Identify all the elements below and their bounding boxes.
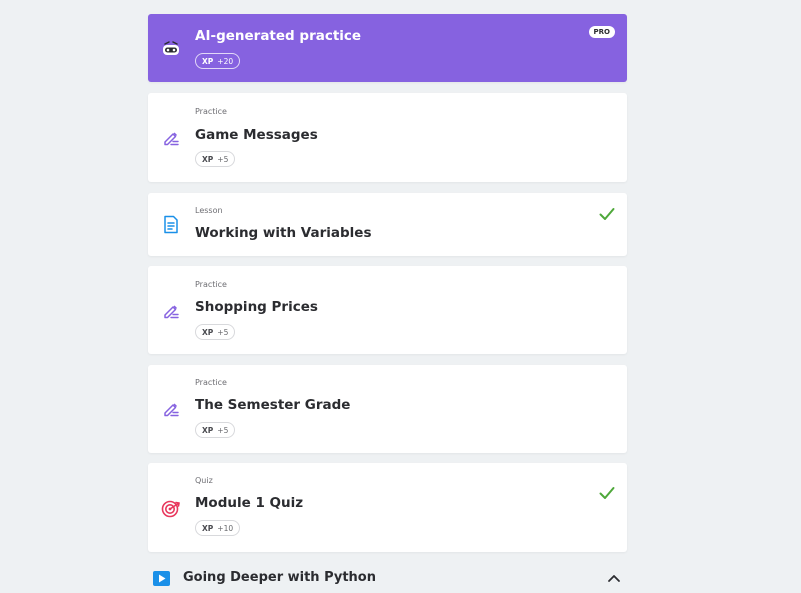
item-title: Game Messages [195, 127, 318, 143]
item-title: AI-generated practice [195, 28, 362, 44]
lesson-item-card[interactable]: Practice Shopping Prices XP +5 [148, 266, 627, 354]
pro-badge: PRO [588, 26, 615, 38]
check-icon [599, 208, 615, 220]
chevron-up-icon[interactable] [607, 573, 621, 583]
xp-badge: XP +5 [195, 151, 236, 167]
item-title: Shopping Prices [195, 299, 318, 315]
item-type: Practice [195, 280, 227, 289]
lesson-item-card[interactable]: Practice Game Messages XP +5 [148, 93, 627, 182]
ai-practice-card[interactable]: AI-generated practice XP +20 PRO [148, 14, 627, 82]
xp-badge: XP +5 [195, 324, 236, 340]
item-type: Practice [195, 107, 227, 116]
robot-icon [161, 38, 181, 58]
pencil-icon [161, 128, 181, 148]
item-title: Working with Variables [195, 225, 372, 241]
item-type: Practice [195, 378, 227, 387]
item-type: Lesson [195, 206, 223, 215]
item-type: Quiz [195, 476, 213, 485]
play-icon [153, 571, 170, 586]
module-section-header[interactable]: Going Deeper with Python [148, 563, 627, 593]
lesson-item-card[interactable]: Lesson Working with Variables [148, 193, 627, 256]
lesson-item-card[interactable]: Practice The Semester Grade XP +5 [148, 365, 627, 453]
xp-badge: XP +5 [195, 422, 236, 438]
lesson-item-card[interactable]: Quiz Module 1 Quiz XP +10 [148, 463, 627, 552]
pencil-icon [161, 301, 181, 321]
xp-badge: XP +10 [195, 520, 241, 536]
xp-badge: XP +20 [195, 53, 241, 69]
item-title: Module 1 Quiz [195, 495, 304, 511]
pencil-icon [161, 399, 181, 419]
document-icon [161, 214, 181, 234]
check-icon [599, 487, 615, 499]
item-title: The Semester Grade [195, 397, 351, 413]
target-icon [161, 499, 181, 519]
